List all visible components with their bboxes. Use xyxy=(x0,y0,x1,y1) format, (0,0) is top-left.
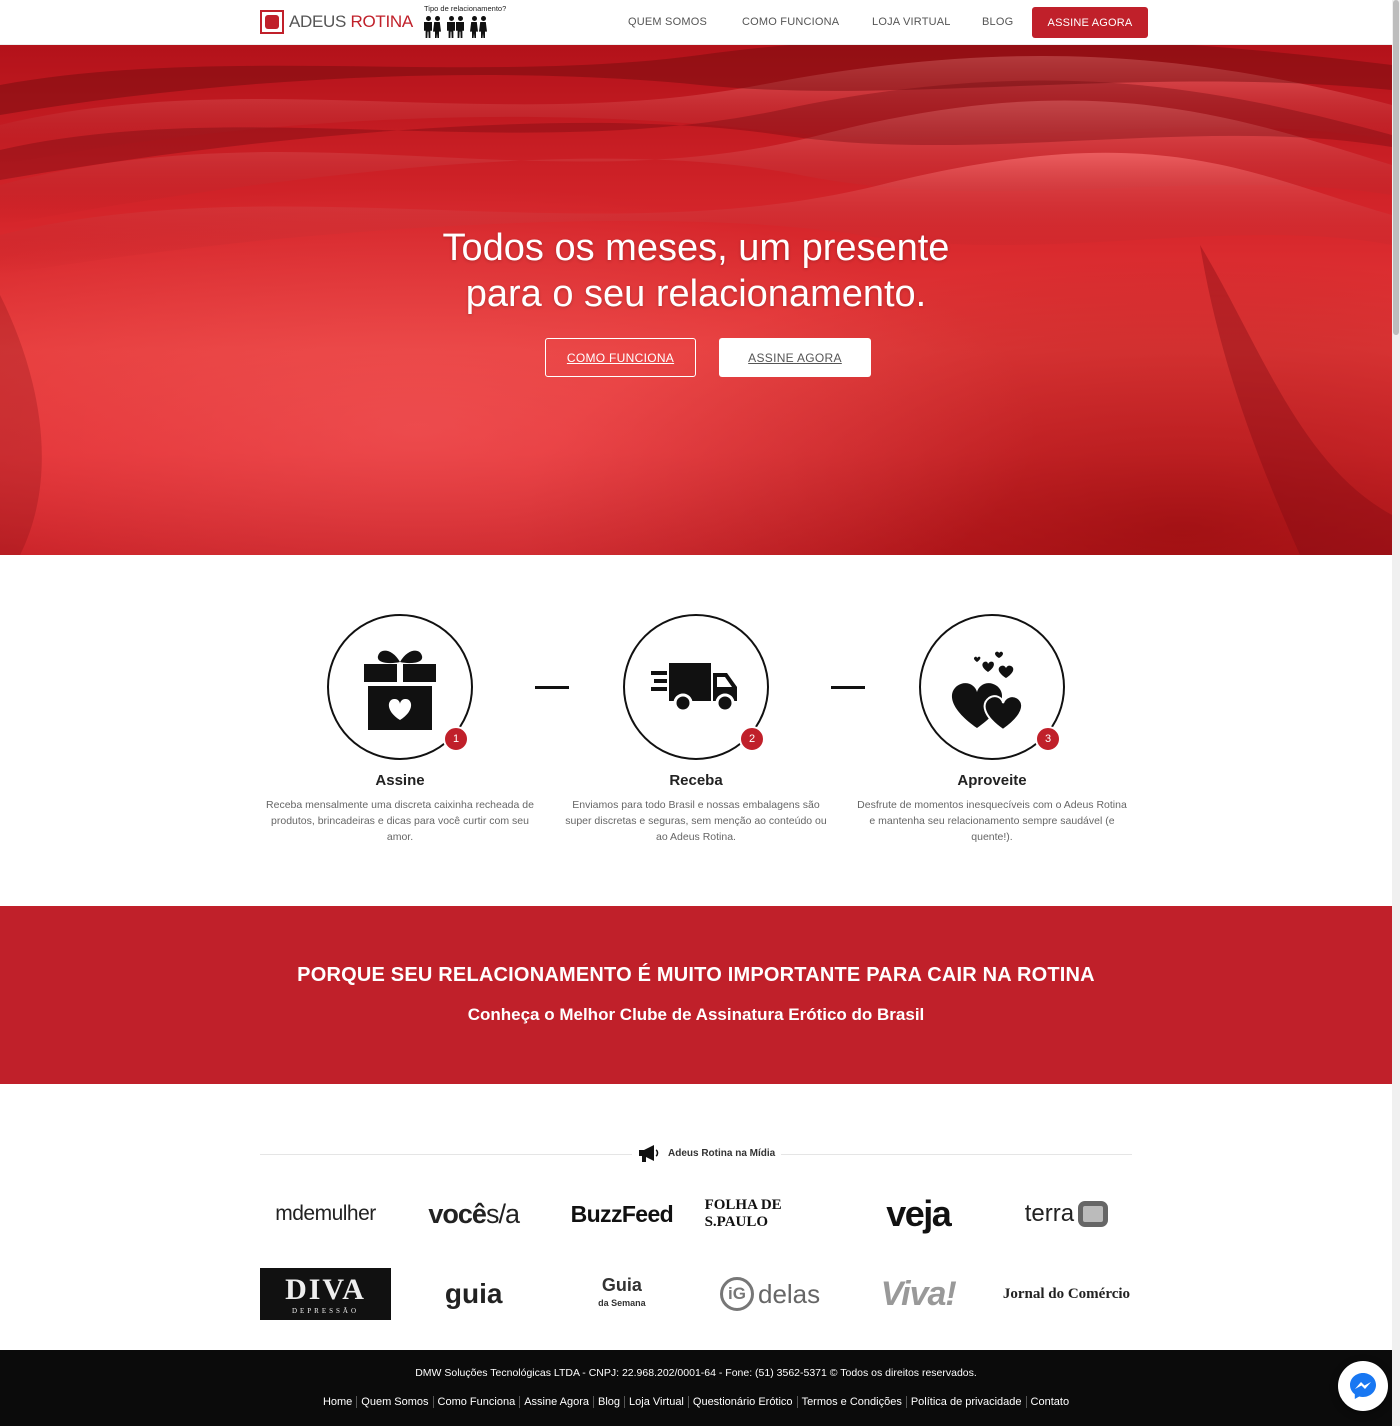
couple-female-icon[interactable] xyxy=(470,16,487,38)
hero-assine-agora-button[interactable]: ASSINE AGORA xyxy=(719,338,871,377)
relationship-label: Tipo de relacionamento? xyxy=(424,4,507,13)
promo-band-title: PORQUE SEU RELACIONAMENTO É MUITO IMPORT… xyxy=(297,964,1095,986)
footer-copyright: DMW Soluções Tecnológicas LTDA - CNPJ: 2… xyxy=(415,1367,977,1379)
page: ADEUS ROTINA Tipo de relacionamento? QUE… xyxy=(0,0,1392,1426)
logo-icon xyxy=(260,10,284,34)
voce-sa-logo-suffix: s/a xyxy=(485,1198,520,1229)
diva-logo-subtext: DEPRESSÃO xyxy=(291,1307,360,1315)
scrollbar-thumb[interactable] xyxy=(1393,0,1399,335)
step-number-badge: 2 xyxy=(739,726,765,752)
guia-folha-logo[interactable]: guia xyxy=(408,1268,539,1320)
voce-sa-logo[interactable]: você s/a xyxy=(408,1188,539,1240)
site-footer: DMW Soluções Tecnológicas LTDA - CNPJ: 2… xyxy=(0,1350,1392,1426)
site-header: ADEUS ROTINA Tipo de relacionamento? QUE… xyxy=(0,0,1392,45)
footer-link-loja-virtual[interactable]: Loja Virtual xyxy=(624,1396,688,1408)
footer-link-contato[interactable]: Contato xyxy=(1025,1396,1074,1408)
mdemulher-logo[interactable]: mdemulher xyxy=(260,1188,391,1240)
hero-title: Todos os meses, um presente para o seu r… xyxy=(0,225,1392,317)
footer-link-assine-agora[interactable]: Assine Agora xyxy=(519,1396,594,1408)
folha-logo[interactable]: FOLHA DE S.PAULO xyxy=(705,1188,836,1240)
footer-link-blog[interactable]: Blog xyxy=(593,1396,625,1408)
footer-link-quem-somos[interactable]: Quem Somos xyxy=(356,1396,433,1408)
media-section-header: Adeus Rotina na Mídia xyxy=(260,1144,1132,1164)
step-circle: 1 xyxy=(327,614,473,760)
step-circle: 2 xyxy=(623,614,769,760)
nav-blog[interactable]: BLOG xyxy=(982,16,1013,28)
viva-logo[interactable]: Viva! xyxy=(853,1268,984,1320)
media-logos-row-1: mdemulher você s/a BuzzFeed FOLHA DE S.PA… xyxy=(260,1188,1132,1240)
step-aproveite: 3 Aproveite Desfrute de momentos inesque… xyxy=(852,614,1132,845)
relationship-selector: Tipo de relacionamento? xyxy=(424,4,514,38)
terra-logo-mark xyxy=(1078,1201,1109,1227)
ig-logo-mark: iG xyxy=(719,1277,754,1311)
promo-band: PORQUE SEU RELACIONAMENTO É MUITO IMPORT… xyxy=(0,906,1392,1084)
hearts-icon xyxy=(951,651,1024,730)
footer-link-como-funciona[interactable]: Como Funciona xyxy=(432,1396,520,1408)
nav-como-funciona[interactable]: COMO FUNCIONA xyxy=(742,16,839,28)
footer-link-questionario[interactable]: Questionário Erótico xyxy=(687,1396,797,1408)
page-scrollbar[interactable] xyxy=(1392,0,1400,1426)
media-label: Adeus Rotina na Mídia xyxy=(632,1144,782,1162)
footer-links: Home Quem Somos Como Funciona Assine Agora B… xyxy=(0,1396,1392,1408)
diva-depressao-logo[interactable]: DIVA DEPRESSÃO xyxy=(260,1268,391,1320)
diva-logo-text: DIVA xyxy=(285,1273,366,1306)
gift-icon xyxy=(364,650,436,730)
guia-semana-logo-subtext: da Semana xyxy=(598,1297,646,1308)
couple-male-icon[interactable] xyxy=(447,16,464,38)
hero-banner: Todos os meses, um presente para o seu r… xyxy=(0,45,1392,555)
terra-logo[interactable]: terra xyxy=(1001,1188,1132,1240)
step-assine: 1 Assine Receba mensalmente uma discreta… xyxy=(260,614,540,845)
footer-link-home[interactable]: Home xyxy=(319,1396,356,1408)
messenger-icon xyxy=(1350,1373,1376,1399)
messenger-chat-button[interactable] xyxy=(1338,1361,1388,1411)
megaphone-icon xyxy=(639,1145,659,1162)
logo-text: ADEUS ROTINA xyxy=(289,12,413,32)
logo-text-right: ROTINA xyxy=(350,12,414,31)
site-logo[interactable]: ADEUS ROTINA xyxy=(260,10,413,34)
hero-title-line1: Todos os meses, um presente xyxy=(442,227,950,269)
nav-quem-somos[interactable]: QUEM SOMOS xyxy=(628,16,707,28)
promo-band-subtitle: Conheça o Melhor Clube de Assinatura Eró… xyxy=(467,1005,925,1024)
step-number-badge: 3 xyxy=(1035,726,1061,752)
hero-como-funciona-button[interactable]: COMO FUNCIONA xyxy=(545,338,696,377)
step-description: Receba mensalmente uma discreta caixinha… xyxy=(266,799,534,843)
guia-da-semana-logo[interactable]: Guia da Semana xyxy=(556,1268,687,1320)
ig-delas-logo[interactable]: iG delas xyxy=(705,1268,836,1320)
step-title: Aproveite xyxy=(957,772,1027,789)
couple-hetero-icon[interactable] xyxy=(424,16,441,38)
delas-logo-text: delas xyxy=(757,1278,821,1309)
step-number-badge: 1 xyxy=(443,726,469,752)
media-logos-row-2: DIVA DEPRESSÃO guia Guia da Semana iG delas… xyxy=(260,1268,1132,1320)
buzzfeed-logo[interactable]: BuzzFeed xyxy=(556,1188,687,1240)
footer-link-privacidade[interactable]: Política de privacidade xyxy=(905,1396,1026,1408)
media-label-text: Adeus Rotina na Mídia xyxy=(668,1147,776,1159)
voce-sa-logo-main: você xyxy=(428,1198,487,1229)
nav-assine-agora-button[interactable]: ASSINE AGORA xyxy=(1032,7,1148,38)
step-title: Receba xyxy=(669,772,723,789)
veja-logo[interactable]: veja xyxy=(853,1188,984,1240)
nav-loja-virtual[interactable]: LOJA VIRTUAL xyxy=(872,16,951,28)
truck-icon xyxy=(651,663,737,713)
step-circle: 3 xyxy=(919,614,1065,760)
guia-semana-logo-text: Guia xyxy=(601,1274,642,1295)
step-receba: 2 Receba Enviamos para todo Brasil e nos… xyxy=(556,614,836,845)
step-description: Enviamos para todo Brasil e nossas embal… xyxy=(565,799,827,843)
logo-text-left: ADEUS xyxy=(289,12,347,31)
jornal-do-comercio-logo[interactable]: Jornal do Comércio xyxy=(1001,1268,1132,1320)
hero-title-line2: para o seu relacionamento. xyxy=(465,273,927,315)
terra-logo-text: terra xyxy=(1024,1200,1075,1227)
footer-link-termos[interactable]: Termos e Condições xyxy=(796,1396,906,1408)
step-description: Desfrute de momentos inesquecíveis com o… xyxy=(857,799,1127,843)
step-title: Assine xyxy=(375,772,425,789)
